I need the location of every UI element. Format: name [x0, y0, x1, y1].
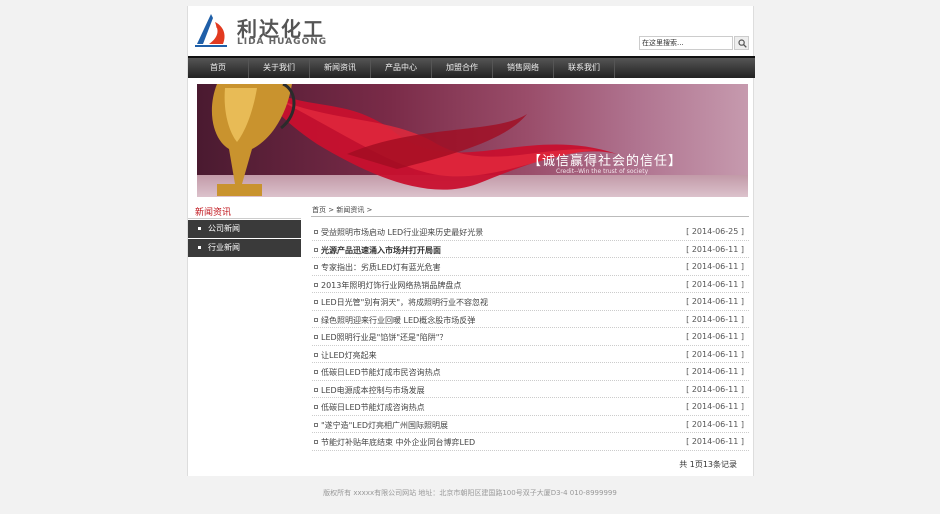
- bullet-icon: [314, 282, 318, 287]
- news-date: [ 2014-06-11 ]: [686, 297, 744, 306]
- news-date: [ 2014-06-11 ]: [686, 402, 744, 411]
- news-title-link[interactable]: 低碳日LED节能灯成咨询热点: [321, 402, 425, 413]
- footer-copyright: 版权所有 xxxxx有限公司网站 地址：北京市朝阳区建国路100号双子大厦D3-…: [323, 489, 617, 497]
- sidebar-item-industry-news[interactable]: 行业新闻: [188, 239, 301, 257]
- news-title-link[interactable]: LED电源成本控制与市场发展: [321, 385, 425, 396]
- sidebar-item-label: 公司新闻: [208, 224, 240, 233]
- news-date: [ 2014-06-11 ]: [686, 262, 744, 271]
- sidebar-item-label: 行业新闻: [208, 243, 240, 252]
- nav-products[interactable]: 产品中心: [371, 58, 432, 78]
- news-date: [ 2014-06-11 ]: [686, 349, 744, 359]
- search-icon: [738, 39, 747, 48]
- bullet-icon: [314, 422, 318, 427]
- bullet-icon: [314, 317, 318, 322]
- bullet-icon: [314, 352, 318, 357]
- news-row[interactable]: LED照明行业是"馅饼"还是"陷阱"？ [ 2014-06-11 ]: [312, 328, 749, 346]
- search-button[interactable]: [734, 36, 749, 50]
- news-title-link[interactable]: LED照明行业是"馅饼"还是"陷阱"？: [321, 332, 447, 343]
- nav-contact[interactable]: 联系我们: [554, 58, 615, 78]
- search-input[interactable]: [639, 36, 733, 50]
- sidebar-divider: [188, 218, 301, 219]
- news-row[interactable]: 光源产品迅速涌入市场并打开局面 [ 2014-06-11 ]: [312, 241, 749, 258]
- news-date: [ 2014-06-11 ]: [686, 244, 744, 254]
- news-row[interactable]: 让LED灯亮起来 [ 2014-06-11 ]: [312, 346, 749, 363]
- sidebar-item-company-news[interactable]: 公司新闻: [188, 220, 301, 238]
- news-row[interactable]: 绿色照明迎来行业回暖 LED概念股市场反弹 [ 2014-06-11 ]: [312, 311, 749, 328]
- news-title-link[interactable]: "遂宁造"LED灯亮相广州国际照明展: [321, 420, 448, 431]
- banner-slogan-en: Credit--Win the trust of society: [556, 168, 649, 175]
- bullet-icon: [314, 440, 318, 444]
- news-row[interactable]: 节能灯补贴年底结束 中外企业同台博弈LED [ 2014-06-11 ]: [312, 433, 749, 451]
- breadcrumb-divider: [311, 216, 749, 217]
- search-box: [639, 36, 749, 50]
- news-title-link[interactable]: 让LED灯亮起来: [321, 350, 377, 361]
- bullet-icon: [314, 230, 318, 234]
- news-date: [ 2014-06-11 ]: [686, 314, 744, 324]
- news-title-link[interactable]: LED日光管"别有洞天"，将成照明行业不容忽视: [321, 297, 488, 308]
- bullet-icon: [314, 405, 318, 409]
- news-title-link[interactable]: 绿色照明迎来行业回暖 LED概念股市场反弹: [321, 315, 475, 326]
- banner-slogan: 【诚信赢得社会的信任】: [528, 154, 683, 169]
- news-date: [ 2014-06-11 ]: [686, 367, 744, 376]
- nav-about[interactable]: 关于我们: [249, 58, 310, 78]
- news-date: [ 2014-06-11 ]: [686, 384, 744, 394]
- news-date: [ 2014-06-11 ]: [686, 332, 744, 341]
- breadcrumb[interactable]: 首页 > 新闻资讯 >: [312, 205, 372, 215]
- news-row[interactable]: 低碳日LED节能灯成市民咨询热点 [ 2014-06-11 ]: [312, 363, 749, 381]
- news-row[interactable]: LED日光管"别有洞天"，将成照明行业不容忽视 [ 2014-06-11 ]: [312, 293, 749, 311]
- hero-banner: 【诚信赢得社会的信任】 Credit--Win the trust of soc…: [197, 84, 748, 197]
- pagination-info: 共 1页13条记录: [679, 460, 737, 469]
- main-nav: 首页 关于我们 新闻资讯 产品中心 加盟合作 销售网络 联系我们: [188, 56, 755, 78]
- bullet-icon: [314, 247, 318, 252]
- news-date: [ 2014-06-11 ]: [686, 437, 744, 446]
- company-logo[interactable]: [193, 12, 229, 48]
- bullet-icon: [198, 246, 201, 249]
- news-title-link[interactable]: 专家指出：劣质LED灯有蓝光危害: [321, 262, 441, 273]
- nav-sales-network[interactable]: 销售网络: [493, 58, 554, 78]
- news-title-link[interactable]: 2013年照明灯饰行业网络热销品牌盘点: [321, 280, 461, 291]
- bullet-icon: [314, 370, 318, 374]
- news-title-link[interactable]: 低碳日LED节能灯成市民咨询热点: [321, 367, 441, 378]
- news-title-link[interactable]: 节能灯补贴年底结束 中外企业同台博弈LED: [321, 437, 475, 448]
- news-date: [ 2014-06-11 ]: [686, 279, 744, 289]
- news-row[interactable]: 2013年照明灯饰行业网络热销品牌盘点 [ 2014-06-11 ]: [312, 276, 749, 293]
- brand-name-en: LIDA HUAGONG: [237, 37, 328, 47]
- banner-illustration: [211, 84, 617, 196]
- news-row[interactable]: 低碳日LED节能灯成咨询热点 [ 2014-06-11 ]: [312, 398, 749, 416]
- bullet-icon: [314, 265, 318, 269]
- news-date: [ 2014-06-11 ]: [686, 419, 744, 429]
- news-title-link[interactable]: 光源产品迅速涌入市场并打开局面: [321, 245, 441, 256]
- nav-franchise[interactable]: 加盟合作: [432, 58, 493, 78]
- news-row[interactable]: 受益照明市场启动 LED行业迎来历史最好光景 [ 2014-06-25 ]: [312, 223, 749, 241]
- page-container: 利达化工 LIDA HUAGONG 首页 关于我们 新闻资讯 产品中心 加盟合作…: [187, 6, 755, 476]
- news-title-link[interactable]: 受益照明市场启动 LED行业迎来历史最好光景: [321, 227, 483, 238]
- news-row[interactable]: 专家指出：劣质LED灯有蓝光危害 [ 2014-06-11 ]: [312, 258, 749, 276]
- bullet-icon: [198, 227, 201, 230]
- nav-news[interactable]: 新闻资讯: [310, 58, 371, 78]
- nav-home[interactable]: 首页: [188, 58, 249, 78]
- bullet-icon: [314, 387, 318, 392]
- news-date: [ 2014-06-25 ]: [686, 227, 744, 236]
- news-row[interactable]: "遂宁造"LED灯亮相广州国际照明展 [ 2014-06-11 ]: [312, 416, 749, 433]
- news-row[interactable]: LED电源成本控制与市场发展 [ 2014-06-11 ]: [312, 381, 749, 398]
- bullet-icon: [314, 300, 318, 304]
- bullet-icon: [314, 335, 318, 339]
- sidebar-title: 新闻资讯: [195, 208, 232, 218]
